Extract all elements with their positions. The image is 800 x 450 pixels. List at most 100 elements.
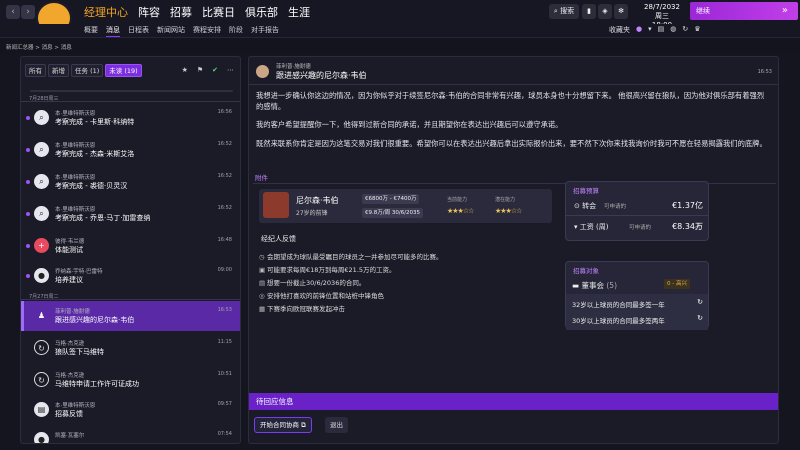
shortcut-icons: 收藏夹 ● ▾ ▤ ◍ ↻ ♛ [609, 25, 701, 35]
search-button[interactable]: ⌕ 搜索 [549, 4, 579, 19]
list-tools: ★ ⚑ ✔ ⋯ [182, 66, 234, 74]
gear-icon[interactable]: ✻ [614, 4, 628, 19]
list-item[interactable]: ▤ 本·里维特斯沃恩 招募反馈 09:57 [21, 395, 240, 425]
list-item[interactable]: ↻ 马格·杰克逊 马维特申请工作许可证成功 10:51 [21, 365, 240, 395]
message-detail-panel: 菲利普·施耐德 跟进感兴趣的尼尔森·韦伯 16:53 我想进一步确认你这边的情况… [248, 56, 779, 444]
list-item[interactable]: ⌕ 本·里维特斯沃恩 考察完成 - 杰森·米斯艾洛 16:52 [21, 135, 240, 165]
medical-icon: + [34, 238, 49, 253]
fast-forward-icon: » [781, 5, 788, 16]
flag-icon[interactable]: ⚑ [197, 66, 203, 74]
list-item[interactable]: ↻ 马格·杰克逊 狼队签下马维特 11:15 [21, 333, 240, 363]
feedback-point: ▦ 下赛季向欧冠联赛发起冲击 [259, 305, 345, 313]
list-item[interactable]: ⌕ 本·里维特斯沃恩 考察完成 - 裘德·贝灵汉 16:52 [21, 167, 240, 197]
nav-recruitment[interactable]: 招募 [170, 4, 192, 20]
nav-matchday[interactable]: 比赛日 [202, 4, 235, 20]
unread-dot [26, 180, 30, 184]
magnifier-icon: ⌕ [34, 174, 49, 189]
chat-icon[interactable]: ● [636, 25, 642, 35]
clock-icon: ◷ [259, 253, 265, 261]
scrollbar[interactable] [30, 90, 233, 92]
transfer-budget-row[interactable]: ⊙ 转会 可申请的 €1.37亿 [566, 196, 708, 216]
divider [21, 101, 240, 102]
message-subject: 跟进感兴趣的尼尔森·韦伯 [276, 71, 367, 80]
message-paragraph: 既然来联系你肯定是因为这笔交易对我们很重要。希望你可以在表达出兴趣后拿出实际报价… [256, 139, 767, 148]
more-icon[interactable]: ⋯ [227, 66, 234, 74]
rule-row: 30岁以上球员的合同最多签两年 ↻ [566, 310, 708, 330]
player-card[interactable]: 尼尔森·韦伯 27岁的前锋 €6800万 - €7400万 €9.8万/周 30… [259, 189, 552, 223]
unread-dot [26, 116, 30, 120]
potential-ability-stars: ★★★☆☆ [495, 207, 522, 215]
refresh-icon: ↻ [34, 372, 49, 387]
player-name[interactable]: 尼尔森·韦伯 [296, 195, 339, 206]
forward-button[interactable]: › [21, 5, 35, 19]
check-icon[interactable]: ✔ [212, 66, 218, 74]
player-photo [263, 192, 289, 218]
wage-tag: €9.8万/周 30/6/2035 [362, 208, 424, 218]
transfer-value: €1.37亿 [672, 201, 703, 210]
message-time: 16:53 [757, 69, 772, 75]
magnifier-icon: ⌕ [34, 110, 49, 125]
message-filters: 所有 新增 任务 (1) 未读 (19) [25, 64, 142, 77]
exit-button[interactable]: 退出 [325, 417, 348, 433]
external-link-icon: ⧉ [301, 421, 306, 429]
breadcrumb-bar [0, 37, 800, 54]
feedback-point: ◷ 会期望成为球队最受瞩目的球员之一并参加尽可能多的比赛。 [259, 253, 443, 261]
money-icon: ▣ [259, 266, 266, 274]
nav-manager-center[interactable]: 经理中心 [84, 4, 128, 20]
unread-dot [26, 244, 30, 248]
magnifier-icon: ⌕ [34, 206, 49, 221]
message-list-panel: 所有 新增 任务 (1) 未读 (19) ★ ⚑ ✔ ⋯ 7月28日周三 ⌕ 本·… [20, 56, 241, 444]
book-icon[interactable]: ▮ [582, 4, 596, 19]
back-button[interactable]: ‹ [6, 5, 20, 19]
notes-icon[interactable]: ▤ [658, 25, 665, 35]
list-item[interactable]: ⌕ 本·里维特斯沃恩 考察完成 - 卡里斯·科纳特 16:56 [21, 103, 240, 133]
nav-club[interactable]: 俱乐部 [245, 4, 278, 20]
refresh-icon: ↻ [697, 314, 703, 322]
filter-unread[interactable]: 未读 (19) [105, 64, 142, 77]
unread-dot [26, 274, 30, 278]
recruitment-budget-card: 招募预算 ⊙ 转会 可申请的 €1.37亿 ▾ 工资 (周) 可申请的 €8.3… [565, 181, 709, 241]
sender: 菲利普·施耐德 [276, 64, 311, 70]
target-title: 招募对象 [573, 267, 599, 275]
refresh-icon: ↻ [34, 340, 49, 355]
list-item[interactable]: ● 凯塞·瓦塞尔 07:54 [21, 425, 240, 443]
main-nav: 经理中心 阵容 招募 比赛日 俱乐部 生涯 [84, 4, 310, 20]
list-item-selected[interactable]: ♟ 菲利普·施耐德 跟进感兴趣的尼尔森·韦伯 16:53 [21, 301, 240, 331]
fee-range-tag: €6800万 - €7400万 [362, 194, 420, 204]
list-item[interactable]: ⌕ 本·里维特斯沃恩 考察完成 - 乔恩·马丁·加雷查纳 16:52 [21, 199, 240, 229]
cursor-icon: ☝ [695, 223, 701, 233]
start-negotiation-button[interactable]: 开始合同协商 ⧉ [254, 417, 312, 433]
board-status-badge: 0 - 高兴 [664, 279, 690, 289]
nav-career[interactable]: 生涯 [288, 4, 310, 20]
goal-icon: ▦ [259, 305, 266, 313]
feedback-point: ▤ 想要一份截止30/6/2036的合同。 [259, 279, 366, 287]
unread-dot [26, 212, 30, 216]
current-ability-label: 当前能力 [447, 197, 468, 203]
message-header: 菲利普·施耐德 跟进感兴趣的尼尔森·韦伯 16:53 [249, 57, 778, 85]
current-ability-stars: ★★★☆☆ [447, 207, 474, 215]
list-item[interactable]: + 彼得·韦兰德 体能测试 16:48 [21, 231, 240, 261]
filter-new[interactable]: 新增 [48, 64, 69, 77]
breadcrumb: 新闻汇总器 > 消息 > 消息 [6, 45, 72, 51]
budget-title: 招募预算 [573, 187, 599, 195]
filter-all[interactable]: 所有 [25, 64, 46, 77]
filter-tasks[interactable]: 任务 (1) [71, 64, 104, 77]
board-icon: ▬ [572, 281, 580, 290]
star-icon[interactable]: ★ [182, 66, 188, 74]
folder-label[interactable]: 收藏夹 [609, 25, 630, 35]
continue-button[interactable]: 继续» [690, 2, 798, 20]
unread-dot [26, 148, 30, 152]
divider [21, 299, 240, 300]
board-row[interactable]: ▬ 董事会 (5) 0 - 高兴 [566, 275, 708, 295]
people-icon[interactable]: ◍ [670, 25, 676, 35]
refresh-icon[interactable]: ↻ [682, 25, 688, 35]
person-icon: ● [34, 268, 49, 283]
shield-icon[interactable]: ◈ [598, 4, 612, 19]
list-item[interactable]: ● 乔纳森·宇特·巴雷特 培养建议 09:00 [21, 261, 240, 291]
avatar [256, 65, 269, 78]
trophy-icon[interactable]: ♛ [694, 25, 700, 35]
shirt-icon[interactable]: ▾ [648, 25, 652, 35]
pending-response-bar: 待回应信息 [249, 393, 778, 410]
wage-budget-row[interactable]: ▾ 工资 (周) 可申请的 €8.34万 [566, 217, 708, 237]
nav-squad[interactable]: 阵容 [138, 4, 160, 20]
